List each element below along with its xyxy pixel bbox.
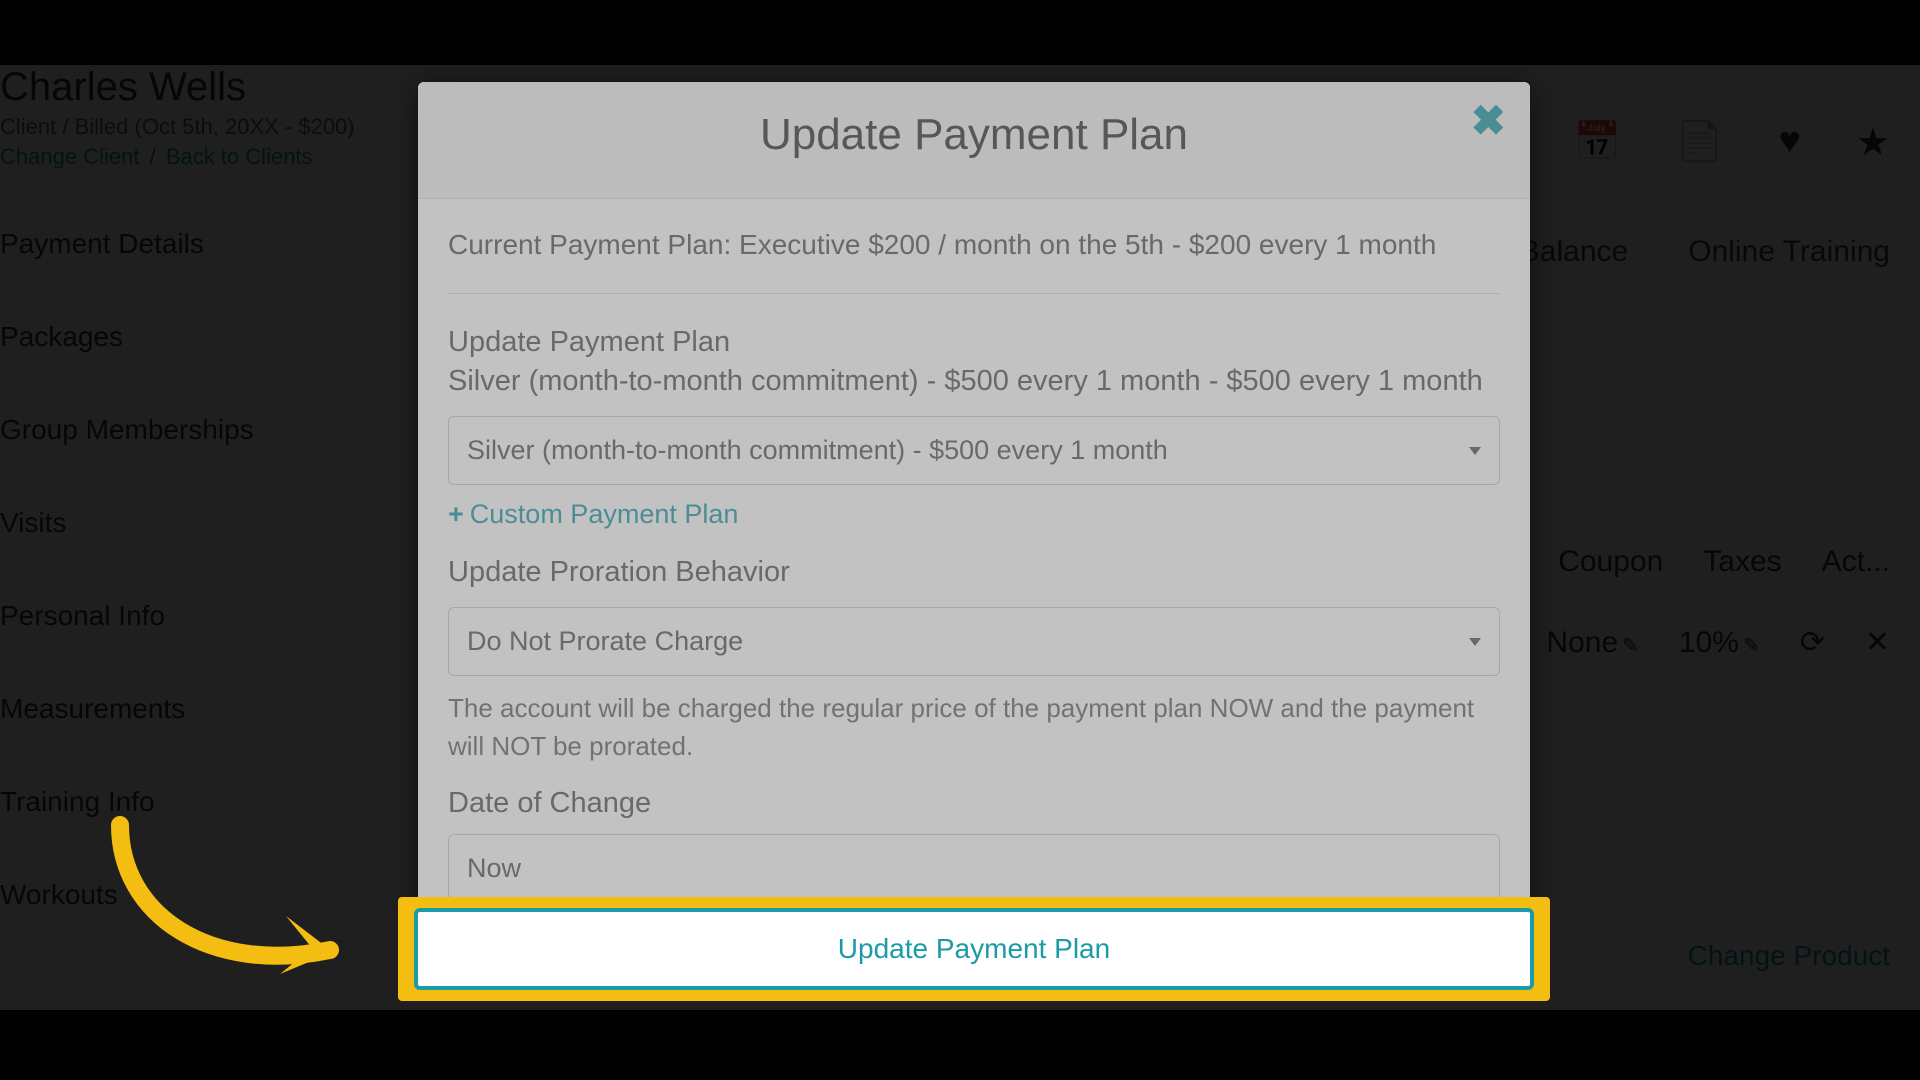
close-icon[interactable]: ✖	[1471, 100, 1506, 142]
current-plan-line: Current Payment Plan: Executive $200 / m…	[448, 229, 1500, 261]
tab-balance[interactable]: Balance	[1520, 235, 1628, 269]
sidebar-item-personal-info[interactable]: Personal Info	[0, 570, 370, 663]
update-plan-line: Silver (month-to-month commitment) - $50…	[448, 365, 1500, 398]
tab-online-training[interactable]: Online Training	[1688, 235, 1890, 269]
update-button-label: Update Payment Plan	[838, 933, 1110, 965]
change-product-link[interactable]: Change Product	[1688, 940, 1890, 972]
proration-select-value: Do Not Prorate Charge	[467, 626, 743, 656]
divider	[448, 293, 1500, 294]
highlight-frame: Update Payment Plan	[398, 897, 1550, 1001]
link-separator: /	[150, 144, 156, 169]
cell-coupon[interactable]: None✎	[1546, 626, 1638, 660]
payment-plan-select[interactable]: Silver (month-to-month commitment) - $50…	[448, 416, 1500, 485]
proration-select[interactable]: Do Not Prorate Charge	[448, 607, 1500, 676]
calendar-icon[interactable]: 📅	[1574, 120, 1621, 165]
heart-icon[interactable]: ♥	[1778, 120, 1801, 165]
client-subline: Client / Billed (Oct 5th, 20XX - $200)	[0, 112, 370, 144]
col-header-actions: Act...	[1822, 545, 1890, 579]
client-name: Charles Wells	[0, 65, 370, 112]
refresh-icon[interactable]: ⟳	[1800, 625, 1825, 660]
date-of-change-input[interactable]: Now	[448, 834, 1500, 903]
sidebar-item-packages[interactable]: Packages	[0, 291, 370, 384]
table-row: None✎ 10%✎ ⟳ ✕	[1546, 625, 1920, 660]
sidebar-item-group-memberships[interactable]: Group Memberships	[0, 384, 370, 477]
change-client-link[interactable]: Change Client	[0, 144, 139, 169]
star-icon[interactable]: ★	[1856, 120, 1890, 165]
payment-plan-select-value: Silver (month-to-month commitment) - $50…	[467, 435, 1168, 465]
date-of-change-label: Date of Change	[448, 787, 1500, 820]
chevron-down-icon	[1469, 447, 1481, 455]
update-payment-plan-modal: Update Payment Plan ✖ Current Payment Pl…	[418, 82, 1530, 921]
date-of-change-value: Now	[467, 853, 521, 883]
proration-help-text: The account will be charged the regular …	[448, 690, 1500, 765]
back-to-clients-link[interactable]: Back to Clients	[166, 144, 313, 169]
modal-body: Current Payment Plan: Executive $200 / m…	[418, 199, 1530, 921]
custom-payment-plan-link[interactable]: +Custom Payment Plan	[448, 499, 1500, 530]
modal-title: Update Payment Plan	[418, 110, 1530, 160]
delete-icon[interactable]: ✕	[1865, 625, 1890, 660]
proration-label: Update Proration Behavior	[448, 556, 1500, 589]
plus-icon: +	[448, 499, 464, 529]
update-payment-plan-button[interactable]: Update Payment Plan	[414, 908, 1534, 990]
annotation-arrow-icon	[100, 815, 370, 1005]
pencil-icon[interactable]: ✎	[1743, 635, 1760, 657]
col-header-coupon: Coupon	[1558, 545, 1663, 579]
cell-taxes[interactable]: 10%✎	[1679, 626, 1760, 660]
sidebar-item-payment-details[interactable]: Payment Details	[0, 198, 370, 291]
document-icon[interactable]: 📄	[1676, 120, 1723, 165]
col-header-taxes: Taxes	[1703, 545, 1781, 579]
modal-header: Update Payment Plan ✖	[418, 82, 1530, 199]
chevron-down-icon	[1469, 638, 1481, 646]
pencil-icon[interactable]: ✎	[1622, 635, 1639, 657]
sidebar-item-visits[interactable]: Visits	[0, 477, 370, 570]
update-plan-label: Update Payment Plan	[448, 326, 1500, 359]
sidebar-item-measurements[interactable]: Measurements	[0, 663, 370, 756]
